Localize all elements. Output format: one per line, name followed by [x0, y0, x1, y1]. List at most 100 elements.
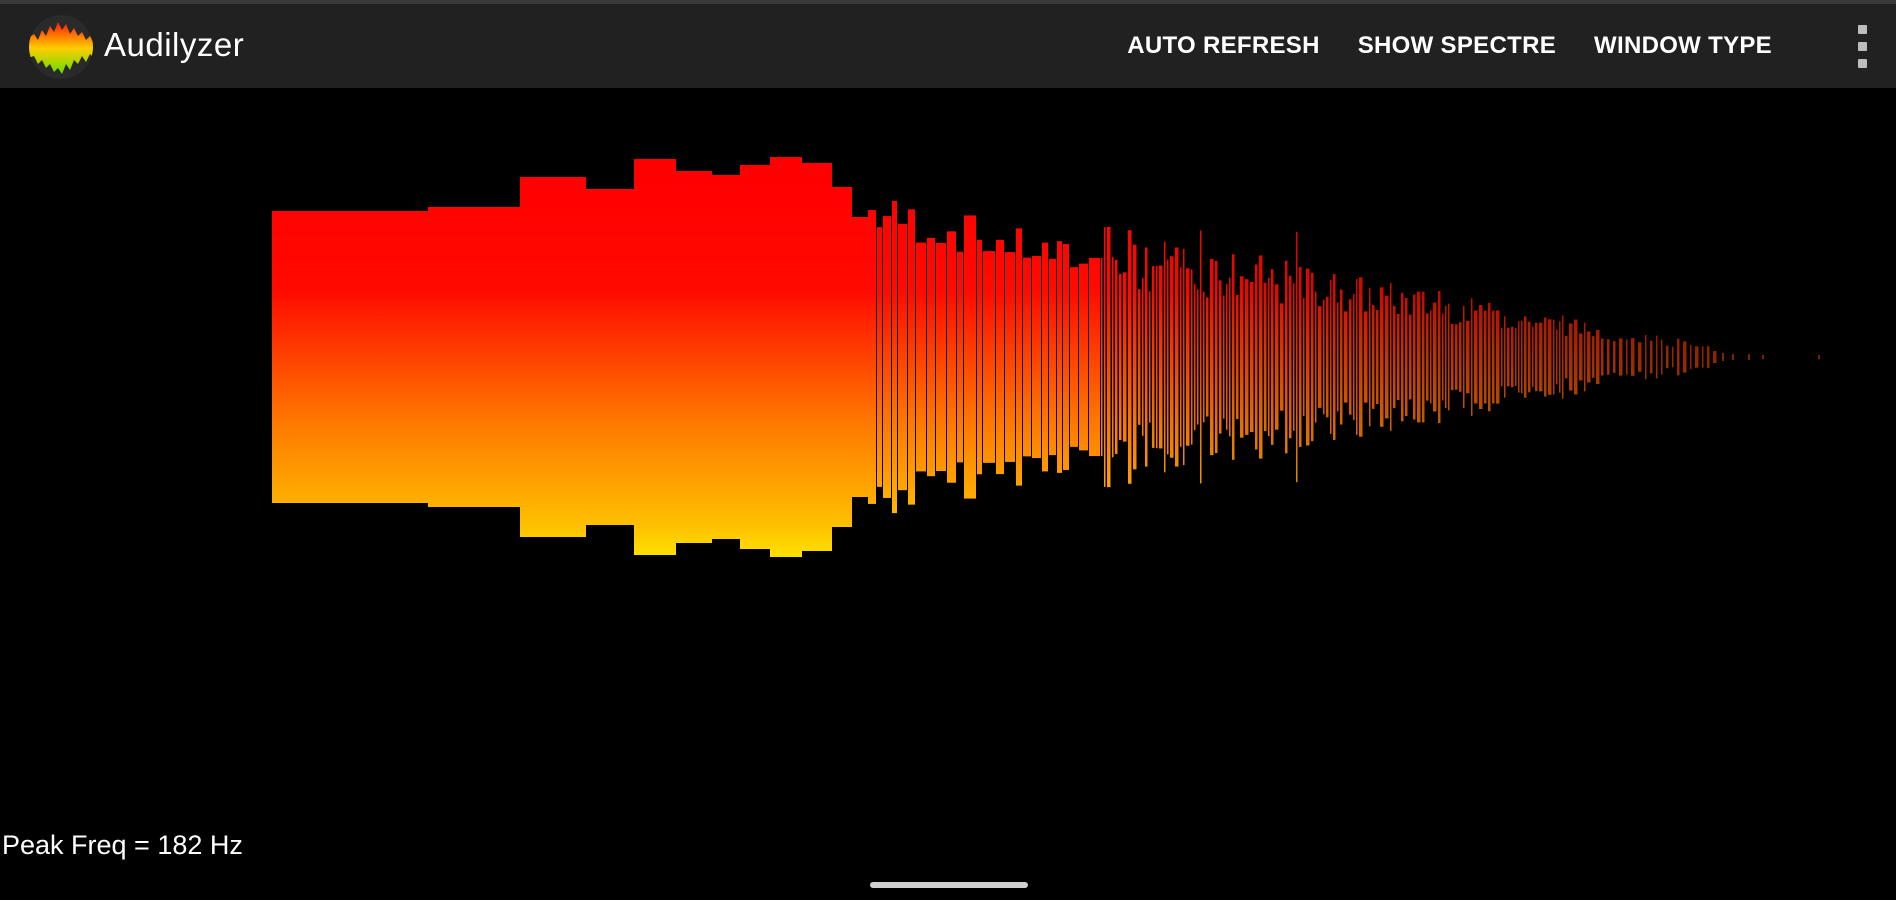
spectrum-bar [1455, 324, 1458, 390]
spectrum-bar [1677, 338, 1680, 376]
spectrum-bar [1167, 259, 1169, 455]
spectrum-bar [520, 177, 586, 537]
spectrum-bar [1340, 289, 1343, 425]
spectrum-bar [1240, 276, 1244, 438]
spectrum-bar [1337, 302, 1339, 412]
spectrum-bar [868, 210, 876, 504]
spectrum-bar [1445, 305, 1447, 409]
spectrum-bar [1303, 297, 1305, 417]
spectrum-bar [1219, 280, 1222, 434]
spectrum-bar [983, 251, 995, 463]
spectrum-bar [1645, 334, 1647, 380]
spectrum-bar [1619, 338, 1623, 376]
spectrum-bar [1672, 346, 1674, 368]
spectrum-bar [964, 215, 976, 499]
spectrum-bar [1601, 338, 1604, 376]
spectrum-bar [1296, 231, 1298, 483]
spectrum-bar [1226, 284, 1228, 430]
spectrum-bar [1613, 341, 1616, 373]
spectrum-bar [1650, 340, 1653, 374]
spectrum-bar [1433, 302, 1437, 412]
spectrum-bar [1448, 303, 1450, 411]
spectrum-bar [1556, 329, 1558, 385]
spectrum-bar [1275, 284, 1279, 430]
spectrum-bar [1138, 289, 1141, 425]
spectrum-bar [1638, 342, 1642, 372]
spectrum-bar [1518, 321, 1520, 393]
toolbar-actions: AUTO REFRESH SHOW SPECTRE WINDOW TYPE [1089, 4, 1896, 88]
home-indicator[interactable] [870, 882, 1028, 888]
audilyzer-logo-icon [29, 15, 93, 79]
spectrum-bar [1732, 354, 1734, 360]
spectrum-bar [1713, 351, 1717, 363]
spectrum-bar [852, 217, 868, 497]
spectrum-bar [1200, 230, 1202, 484]
spectrum-bar [1268, 277, 1270, 437]
spectrum-bar [1107, 226, 1111, 488]
spectrum-bar [1579, 333, 1583, 381]
spectrum-bar [1250, 281, 1254, 433]
peak-frequency-readout: Peak Freq = 182 Hz [2, 830, 243, 860]
spectrum-bar [1479, 304, 1483, 410]
window-type-button[interactable]: WINDOW TYPE [1594, 32, 1772, 60]
spectrum-bar [1528, 321, 1531, 393]
spectrum-bar [1562, 315, 1564, 399]
spectrum-bar [1104, 227, 1106, 487]
spectrum-bar [1364, 311, 1368, 403]
spectrum-bar [1285, 260, 1288, 454]
spectrum-bar [1369, 287, 1371, 427]
spectrum-bar [1333, 274, 1336, 440]
spectrum-bar [1504, 316, 1506, 398]
app-title: Audilyzer [104, 26, 245, 63]
spectrum-bar [1232, 254, 1235, 460]
spectrum-bar [1203, 291, 1205, 423]
spectrum-bar [916, 242, 926, 472]
spectrum-bar [1818, 355, 1820, 359]
more-vert-icon[interactable] [1832, 4, 1892, 88]
spectrum-bar [1459, 322, 1462, 392]
show-spectre-button[interactable]: SHOW SPECTRE [1358, 32, 1556, 60]
spectrum-bar [1405, 298, 1408, 416]
spectrum-bars [272, 157, 1820, 557]
spectrum-bar [1372, 305, 1375, 409]
spectrum-bar [1063, 244, 1069, 470]
spectrum-bar [1115, 260, 1118, 454]
spectrum-bar [712, 175, 740, 539]
spectrum-bar [1683, 341, 1687, 373]
spectrum-bar [1175, 247, 1179, 467]
spectrum-bar [1666, 345, 1669, 369]
spectrum-bar [1032, 255, 1041, 459]
spectrum-bar [1057, 241, 1062, 473]
spectrum-bar [1762, 355, 1764, 359]
spectrum-bar [1569, 323, 1573, 391]
spectrum-bar [676, 171, 712, 543]
spectrum-bar [1690, 344, 1692, 370]
spectrum-bar [1584, 322, 1586, 392]
spectrum-bar [1393, 305, 1396, 409]
spectrum-bar [1145, 247, 1148, 467]
spectrum-bar [1631, 338, 1635, 376]
spectrum-bar [1206, 297, 1209, 417]
spectrum-bar [936, 242, 946, 472]
spectrum-bar [1559, 321, 1561, 393]
app-window: Audilyzer AUTO REFRESH SHOW SPECTRE WIND… [0, 0, 1896, 900]
spectrum-bar [1210, 258, 1214, 456]
spectrum-bar [1385, 295, 1389, 419]
spectrum-bar [1607, 339, 1610, 375]
spectrum-bar [1430, 310, 1432, 404]
auto-refresh-button[interactable]: AUTO REFRESH [1127, 32, 1320, 60]
spectrum-bar [1451, 323, 1454, 391]
spectrum-bar [1180, 267, 1182, 447]
spectrum-bar [1463, 305, 1465, 409]
spectrum-bar [1326, 296, 1329, 418]
spectrum-bar [1532, 326, 1534, 388]
spectrum-bar [898, 223, 907, 491]
spectrum-bar [1194, 283, 1196, 431]
spectrum-bar [1702, 346, 1704, 368]
spectrum-bar [1565, 335, 1568, 379]
spectrum-bar [1197, 289, 1199, 425]
spectrum-bar [1280, 303, 1284, 411]
spectrum-bar [1535, 322, 1538, 392]
spectrum-bar [1397, 313, 1400, 401]
spectrum-bar [1466, 320, 1470, 394]
